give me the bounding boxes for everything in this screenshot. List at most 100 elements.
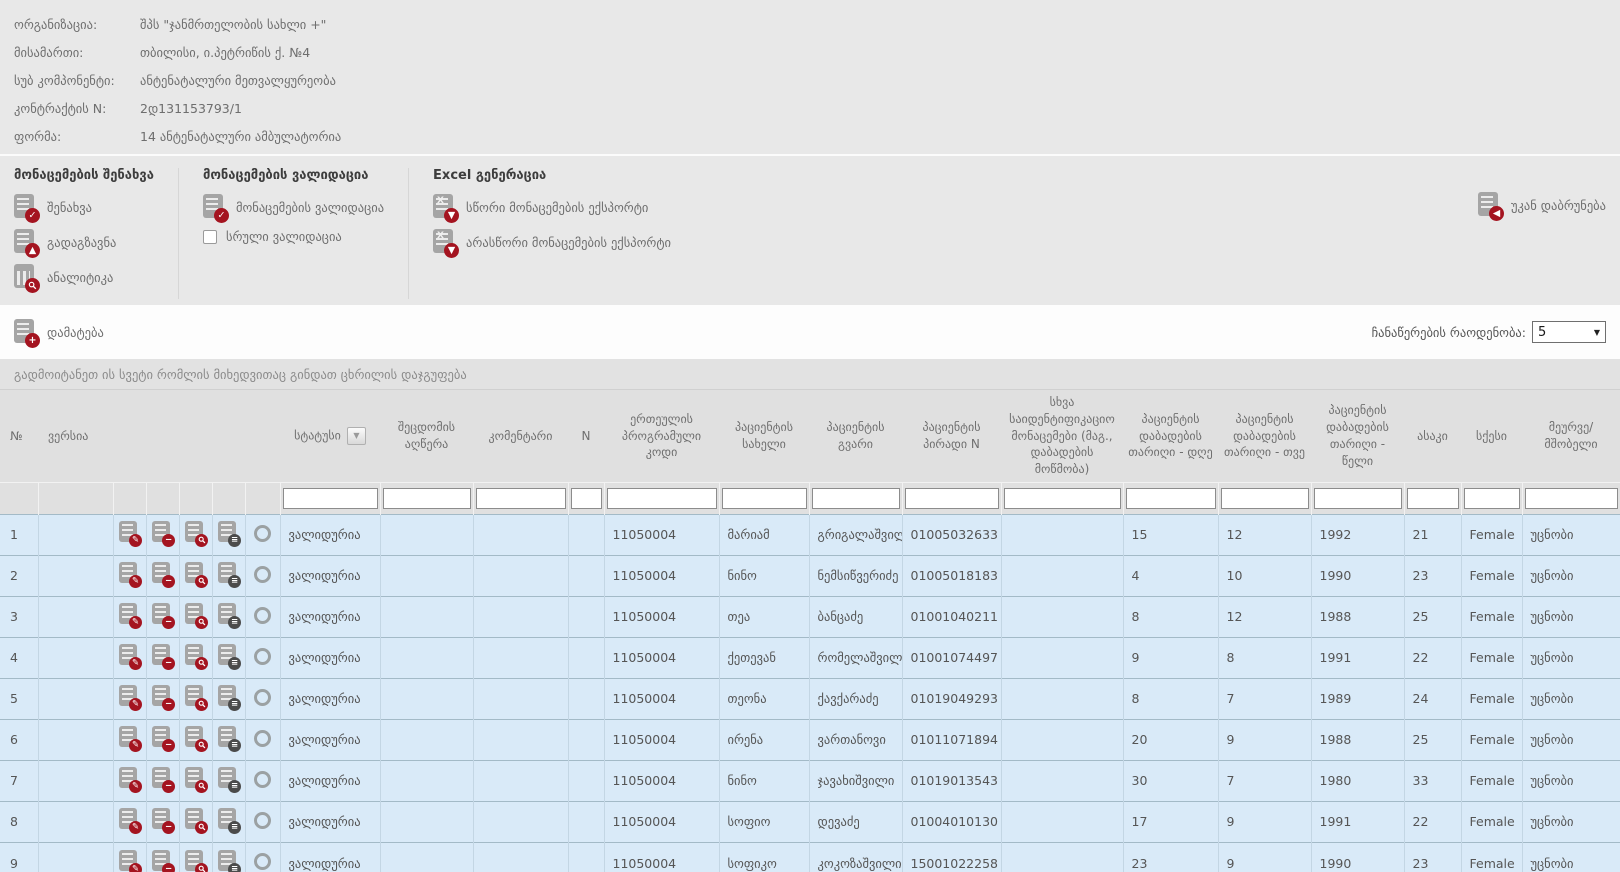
filter-input-unit-code[interactable] [607,488,717,509]
status-filter-button[interactable]: ▼ [347,427,366,445]
filter-input-last-name[interactable] [812,488,900,509]
row-number: 6 [0,719,38,760]
group-title-validation: მონაცემების ვალიდაცია [203,168,384,183]
details-row-icon[interactable]: ≡ [218,685,239,709]
validate-button[interactable]: ✓ მონაცემების ვალიდაცია [203,194,384,221]
delete-row-icon[interactable]: − [152,521,173,545]
row-birth-day: 20 [1123,719,1218,760]
row-error-description [380,514,473,555]
view-row-icon[interactable] [185,726,206,750]
row-last-name: ბანცაძე [809,596,902,637]
delete-row-icon[interactable]: − [152,808,173,832]
row-radio[interactable] [254,853,271,870]
col-details [212,390,245,482]
delete-row-icon[interactable]: − [152,850,173,872]
row-age: 22 [1404,801,1461,842]
row-birth-day: 15 [1123,514,1218,555]
view-row-icon[interactable] [185,808,206,832]
filter-input-guardian[interactable] [1525,488,1618,509]
save-button[interactable]: ✓ შენახვა [14,194,154,221]
records-count-select[interactable]: 5 ▼ [1532,321,1606,343]
row-error-description [380,801,473,842]
add-band: + დამატება ჩანაწერების რაოდენობა: 5 ▼ [0,305,1620,359]
details-row-icon[interactable]: ≡ [218,562,239,586]
view-row-icon[interactable] [185,685,206,709]
row-age: 33 [1404,760,1461,801]
row-number: 1 [0,514,38,555]
view-row-icon[interactable] [185,644,206,668]
row-radio[interactable] [254,812,271,829]
delete-row-icon[interactable]: − [152,644,173,668]
row-birth-day: 30 [1123,760,1218,801]
table-row: 5 ✎ − ≡ ვალიდურია 11050004 თეონა ქავქარა… [0,678,1620,719]
edit-row-icon[interactable]: ✎ [119,726,140,750]
details-row-icon[interactable]: ≡ [218,767,239,791]
filter-input-age[interactable] [1407,488,1459,509]
row-birth-year: 1990 [1311,555,1404,596]
row-status: ვალიდურია [280,760,380,801]
edit-row-icon[interactable]: ✎ [119,808,140,832]
row-unit-code: 11050004 [604,719,719,760]
row-radio[interactable] [254,566,271,583]
filter-input-personal-n[interactable] [905,488,999,509]
row-radio[interactable] [254,689,271,706]
send-button[interactable]: ▲ გადაგზავნა [14,229,154,256]
details-row-icon[interactable]: ≡ [218,603,239,627]
filter-input-sex[interactable] [1464,488,1520,509]
row-personal-n: 01004010130 [902,801,1001,842]
row-guardian: უცნობი [1522,719,1620,760]
export-invalid-button[interactable]: X▼ არასწორი მონაცემების ექსპორტი [433,229,671,256]
row-radio[interactable] [254,730,271,747]
edit-row-icon[interactable]: ✎ [119,767,140,791]
details-row-icon[interactable]: ≡ [218,850,239,872]
records-count: ჩანაწერების რაოდენობა: 5 ▼ [1372,321,1606,343]
filter-input-birth-year[interactable] [1314,488,1402,509]
edit-row-icon[interactable]: ✎ [119,850,140,872]
view-row-icon[interactable] [185,521,206,545]
row-last-name: ქავქარაძე [809,678,902,719]
analytics-button[interactable]: ანალიტიკა [14,264,154,291]
col-error-description: შეცდომის აღწერა [380,390,473,482]
filter-input-status[interactable] [283,488,378,509]
view-row-icon[interactable] [185,562,206,586]
export-valid-button[interactable]: X▼ სწორი მონაცემების ექსპორტი [433,194,671,221]
filter-input-birth-month[interactable] [1221,488,1309,509]
delete-row-icon[interactable]: − [152,603,173,627]
full-validation-option[interactable]: სრული ვალიდაცია [203,229,384,244]
details-row-icon[interactable]: ≡ [218,726,239,750]
edit-row-icon[interactable]: ✎ [119,521,140,545]
back-button[interactable]: ◀ უკან დაბრუნება [1478,192,1606,219]
row-birth-day: 17 [1123,801,1218,842]
filter-input-error-description[interactable] [383,488,471,509]
row-radio[interactable] [254,648,271,665]
delete-row-icon[interactable]: − [152,767,173,791]
edit-row-icon[interactable]: ✎ [119,644,140,668]
filter-input-first-name[interactable] [722,488,807,509]
row-radio[interactable] [254,525,271,542]
row-n [568,678,604,719]
edit-row-icon[interactable]: ✎ [119,562,140,586]
details-row-icon[interactable]: ≡ [218,644,239,668]
view-row-icon[interactable] [185,850,206,872]
view-row-icon[interactable] [185,603,206,627]
delete-row-icon[interactable]: − [152,685,173,709]
row-age: 22 [1404,637,1461,678]
filter-input-other-id[interactable] [1004,488,1121,509]
edit-row-icon[interactable]: ✎ [119,685,140,709]
add-button[interactable]: + დამატება [14,319,104,346]
row-comment [473,514,568,555]
details-row-icon[interactable]: ≡ [218,521,239,545]
details-row-icon[interactable]: ≡ [218,808,239,832]
edit-row-icon[interactable]: ✎ [119,603,140,627]
table-row: 2 ✎ − ≡ ვალიდურია 11050004 ნინო ნემსიწვე… [0,555,1620,596]
filter-input-comment[interactable] [476,488,566,509]
view-row-icon[interactable] [185,767,206,791]
delete-row-icon[interactable]: − [152,726,173,750]
row-radio[interactable] [254,771,271,788]
filter-input-n[interactable] [571,488,602,509]
filter-input-birth-day[interactable] [1126,488,1216,509]
full-validation-checkbox[interactable] [203,230,217,244]
row-radio[interactable] [254,607,271,624]
delete-row-icon[interactable]: − [152,562,173,586]
col-birth-day: პაციენტის დაბადების თარიღი - დღე [1123,390,1218,482]
